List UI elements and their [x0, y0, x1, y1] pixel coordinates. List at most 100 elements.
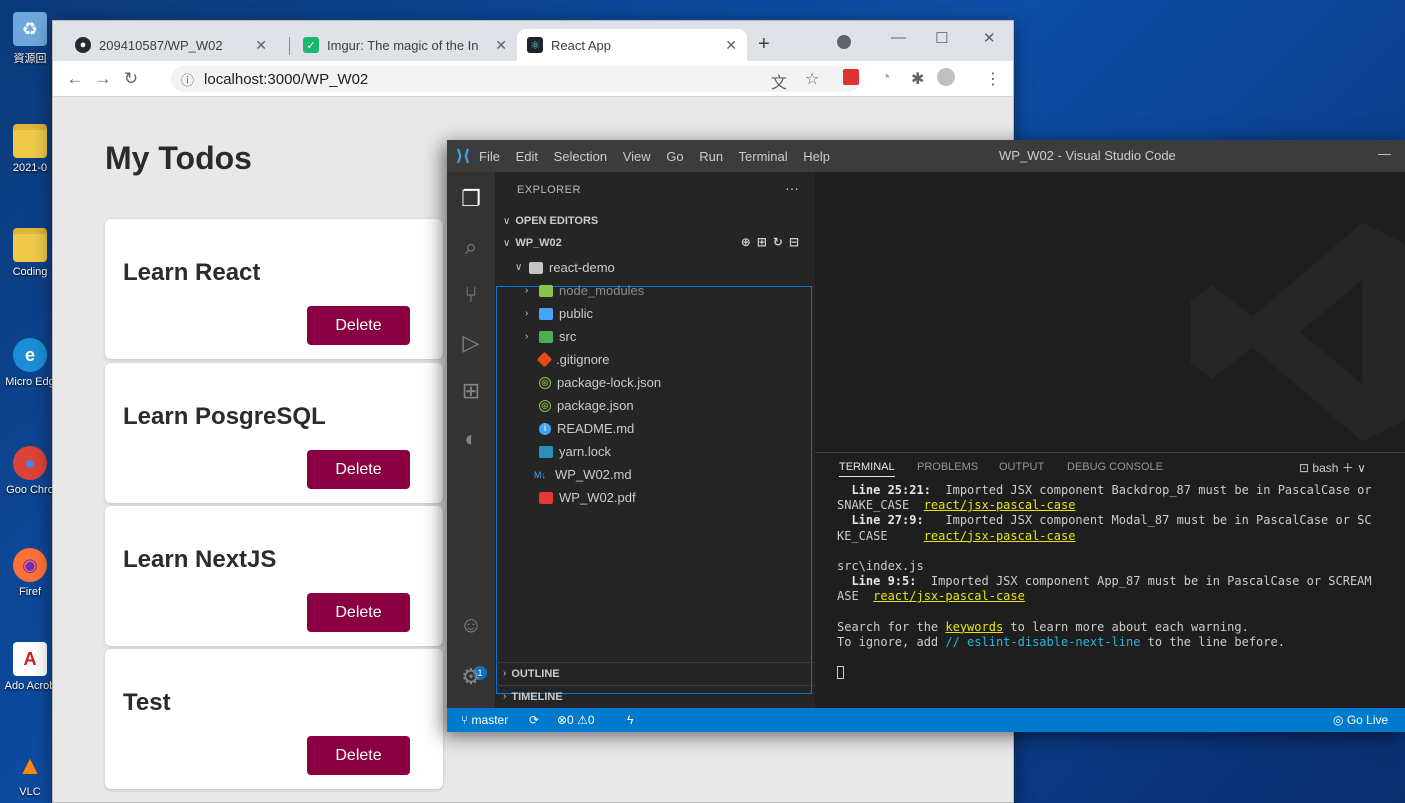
tree-item-label: .gitignore: [556, 352, 610, 367]
close-tab-icon[interactable]: ✕: [725, 37, 737, 54]
remote-explorer-icon[interactable]: ◐: [447, 426, 495, 452]
chevron-down-icon[interactable]: ∨: [1357, 461, 1366, 475]
terminal-text: to the line before.: [1140, 635, 1285, 650]
terminal-rule-link[interactable]: react/jsx-pascal-case: [924, 498, 1076, 512]
menu-edit[interactable]: Edit: [516, 149, 538, 164]
terminal-shell-name[interactable]: bash: [1312, 461, 1338, 475]
delete-button[interactable]: Delete: [307, 736, 410, 775]
tree-item-label: node_modules: [559, 283, 645, 298]
tree-item-node-modules[interactable]: › node_modules: [525, 279, 644, 302]
reload-icon[interactable]: ↻: [117, 69, 145, 89]
terminal-rule-link[interactable]: react/jsx-pascal-case: [924, 529, 1076, 543]
run-debug-icon[interactable]: ▷: [447, 330, 495, 356]
menu-help[interactable]: Help: [803, 149, 830, 164]
explorer-icon[interactable]: ❐: [447, 186, 495, 212]
tree-item-react-demo[interactable]: ∨ react-demo: [515, 256, 615, 279]
minimize-button[interactable]: —: [891, 29, 906, 46]
todo-title: Learn NextJS: [123, 546, 277, 573]
tab-problems[interactable]: PROBLEMS: [917, 461, 978, 473]
menu-run[interactable]: Run: [699, 149, 723, 164]
section-workspace[interactable]: ∨ WP_W02 ⊕⊞↻⊟: [495, 232, 815, 254]
new-terminal-icon[interactable]: ＋: [1342, 461, 1354, 475]
todo-card: Learn React Delete: [105, 219, 443, 359]
info-icon: i: [539, 422, 551, 435]
terminal-shell-icon[interactable]: ⊡: [1299, 461, 1309, 475]
menu-go[interactable]: Go: [666, 149, 683, 164]
desktop-icon-firefox[interactable]: ◉ Firef: [4, 548, 56, 598]
close-tab-icon[interactable]: ✕: [495, 37, 507, 54]
folder-open-icon: [529, 261, 543, 274]
lightning-icon[interactable]: ϟ: [627, 713, 633, 727]
source-control-icon[interactable]: ⑂: [447, 282, 495, 308]
desktop-icon-folder-2021[interactable]: 2021-0: [4, 124, 56, 174]
delete-button[interactable]: Delete: [307, 450, 410, 489]
tab-imgur[interactable]: ✓ Imgur: The magic of the In ✕: [293, 29, 517, 61]
section-outline[interactable]: › OUTLINE: [495, 662, 815, 684]
menu-view[interactable]: View: [623, 149, 651, 164]
address-bar[interactable]: ⓘ localhost:3000/WP_W02: [171, 66, 861, 92]
tree-item-src[interactable]: › src: [525, 325, 576, 348]
accounts-icon[interactable]: ☺: [447, 612, 495, 638]
terminal-rule-link[interactable]: react/jsx-pascal-case: [873, 589, 1025, 603]
browser-toolbar: ← → ↻ ⓘ localhost:3000/WP_W02 文 ☆ ◔ ✱ ⋮: [53, 61, 1013, 97]
explorer-actions[interactable]: ⊕⊞↻⊟: [741, 235, 805, 249]
close-tab-icon[interactable]: ✕: [255, 37, 267, 54]
tab-react-app[interactable]: ⚛ React App ✕: [517, 29, 747, 61]
git-icon: [536, 351, 553, 368]
recycle-bin-icon: ♻: [13, 12, 47, 46]
delete-button[interactable]: Delete: [307, 593, 410, 632]
settings-gear-icon[interactable]: ⚙: [447, 664, 495, 690]
problems-indicator[interactable]: ⊗0 ⚠0: [557, 713, 595, 727]
tree-item-package-json[interactable]: ⊛ package.json: [539, 394, 634, 417]
todo-card: Test Delete: [105, 649, 443, 789]
tab-debug-console[interactable]: DEBUG CONSOLE: [1067, 461, 1163, 473]
section-timeline[interactable]: › TIMELINE: [495, 685, 815, 707]
desktop-icon-folder-coding[interactable]: Coding: [4, 228, 56, 278]
new-tab-button[interactable]: +: [758, 33, 770, 56]
branch-indicator[interactable]: ⑂ master: [461, 713, 508, 727]
todo-title: Learn React: [123, 259, 261, 286]
back-icon[interactable]: ←: [61, 69, 89, 89]
desktop-icon-acrobat[interactable]: A Ado Acrob: [4, 642, 56, 692]
bookmark-star-icon[interactable]: ☆: [805, 69, 819, 89]
menu-selection[interactable]: Selection: [554, 149, 607, 164]
section-open-editors[interactable]: ∨ OPEN EDITORS: [495, 210, 815, 232]
minimize-button[interactable]: —: [1378, 146, 1391, 161]
tree-item-readme[interactable]: i README.md: [539, 417, 634, 440]
desktop-icon-chrome[interactable]: ● Goo Chro: [4, 446, 56, 496]
extensions-icon[interactable]: ⊞: [447, 378, 495, 404]
delete-button[interactable]: Delete: [307, 306, 410, 345]
menu-terminal[interactable]: Terminal: [739, 149, 788, 164]
menu-file[interactable]: File: [479, 149, 500, 164]
tab-terminal[interactable]: TERMINAL: [839, 461, 895, 477]
site-info-icon[interactable]: ⓘ: [181, 70, 194, 89]
tree-item-package-lock[interactable]: ⊛ package-lock.json: [539, 371, 661, 394]
tree-item-yarn-lock[interactable]: yarn.lock: [539, 440, 611, 463]
tree-item-wp-md[interactable]: M↓ WP_W02.md: [531, 463, 632, 486]
terminal-output[interactable]: Line 25:21: Imported JSX component Backd…: [837, 483, 1405, 681]
menu-kebab-icon[interactable]: ⋮: [985, 69, 1001, 89]
tree-item-gitignore[interactable]: .gitignore: [536, 348, 610, 371]
tree-item-public[interactable]: › public: [525, 302, 593, 325]
desktop-icon-recycle-bin[interactable]: ♻ 資源回: [4, 12, 56, 66]
tab-github[interactable]: ● 209410587/WP_W02 ✕: [65, 29, 277, 61]
desktop-icon-vlc[interactable]: ▲ VLC: [4, 748, 56, 799]
translate-icon[interactable]: 文: [771, 69, 787, 93]
close-window-button[interactable]: ✕: [983, 29, 996, 47]
terminal-keywords-link[interactable]: keywords: [945, 620, 1003, 634]
desktop-icon-edge[interactable]: e Micro Edg: [4, 338, 56, 388]
extension-icon[interactable]: [843, 69, 859, 85]
profile-avatar[interactable]: [937, 68, 955, 86]
go-live-button[interactable]: ◎ Go Live: [1333, 713, 1388, 727]
forward-icon[interactable]: →: [89, 69, 117, 89]
extensions-puzzle-icon[interactable]: ✱: [911, 69, 924, 89]
maximize-button[interactable]: ☐: [935, 29, 948, 47]
more-actions-icon[interactable]: ···: [785, 180, 799, 196]
extension-timer-icon[interactable]: ◔: [881, 69, 891, 87]
sync-icon[interactable]: ⟳: [529, 713, 539, 727]
tab-search-icon[interactable]: [837, 35, 851, 49]
vscode-window: ⟩⟨ File Edit Selection View Go Run Termi…: [447, 140, 1405, 732]
tab-output[interactable]: OUTPUT: [999, 461, 1044, 473]
search-icon[interactable]: ⌕: [447, 234, 495, 260]
tree-item-wp-pdf[interactable]: WP_W02.pdf: [539, 486, 636, 509]
